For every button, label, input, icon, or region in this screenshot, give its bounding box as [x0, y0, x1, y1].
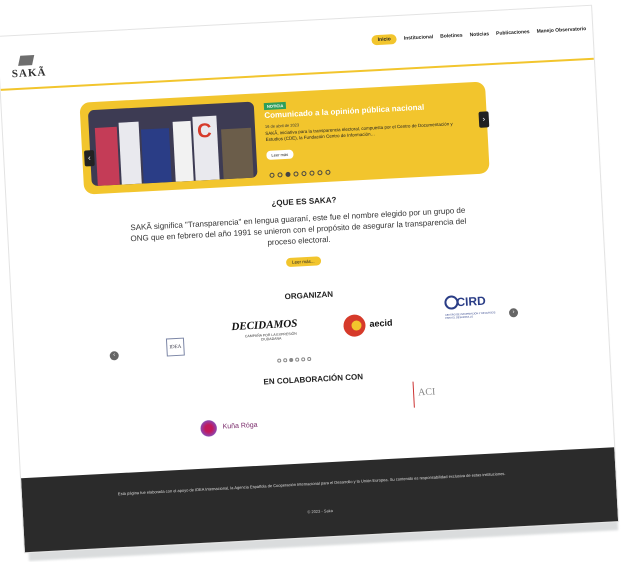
org-dot[interactable] [307, 356, 312, 362]
carousel-indicators [269, 169, 331, 178]
photo-banner [94, 126, 120, 186]
nav-item-publicaciones[interactable]: Publicaciones [496, 29, 530, 37]
main-nav: Inicio Institucional Boletines Noticias … [371, 24, 586, 46]
carousel-dot[interactable] [277, 172, 283, 178]
carousel-dot[interactable] [269, 172, 275, 178]
carousel-dot[interactable] [325, 169, 331, 175]
news-carousel: C NOTICIA Comunicado a la opinión públic… [79, 81, 490, 195]
photo-banner [140, 128, 172, 184]
carousel-dot[interactable] [293, 171, 299, 177]
kuna-roga-text: Kuña Róga [222, 421, 258, 431]
decidamos-logo[interactable]: DECIDAMOS [231, 318, 298, 333]
chevron-left-icon[interactable]: ‹ [83, 150, 95, 167]
news-title[interactable]: Comunicado a la opinión pública nacional [264, 100, 474, 120]
aci-logo[interactable]: ACI [412, 380, 444, 408]
news-badge: NOTICIA [263, 101, 287, 111]
news-date: 16 de abril de 2023 [264, 122, 300, 130]
cird-subtitle: CENTRO DE INFORMACIÓN Y RECURSOS PARA EL… [445, 311, 496, 320]
aecid-c-icon [342, 314, 367, 338]
idea-logo[interactable]: IDEA [165, 337, 185, 357]
site-header: SAKÃ Inicio Institucional Boletines Noti… [0, 5, 594, 91]
chevron-left-icon[interactable]: ‹ [109, 351, 119, 361]
read-more-button[interactable]: Leer más [266, 149, 294, 160]
photo-banner [172, 120, 194, 182]
kuna-roga-flower-icon [198, 417, 220, 439]
org-dot[interactable] [295, 357, 300, 362]
about-read-more-button[interactable]: Leer más... [285, 256, 321, 268]
carousel-dot[interactable] [317, 170, 323, 176]
nav-item-boletines[interactable]: Boletines [440, 33, 463, 40]
ballot-box-icon [18, 55, 35, 66]
screenshot-stage: SAKÃ Inicio Institucional Boletines Noti… [0, 0, 621, 562]
chevron-right-icon[interactable]: › [478, 111, 490, 128]
nav-item-noticias[interactable]: Noticias [469, 31, 489, 38]
footer-copyright: © 2023 - Saka [307, 508, 334, 515]
carousel-dot[interactable] [309, 170, 315, 176]
nav-item-observatorio[interactable]: Manejo Observatorio [536, 26, 586, 35]
colaboracion-heading: EN COLABORACIÓN CON [263, 372, 364, 387]
decidamos-subtitle: CAMPAÑA POR LA EXPRESIÓN CIUDADANA [244, 331, 297, 342]
chevron-right-icon[interactable]: › [508, 308, 519, 318]
footer-text: Esta página fue elaborada con el apoyo d… [117, 470, 506, 497]
organizan-indicators [277, 356, 312, 363]
cird-text: CIRD [456, 293, 487, 310]
org-dot[interactable] [301, 357, 306, 362]
photo-banner [118, 121, 142, 185]
site-footer: Esta página fue elaborada con el apoyo d… [21, 447, 619, 554]
org-dot[interactable] [277, 358, 282, 363]
carousel-dot-active[interactable] [285, 171, 291, 178]
aci-text: ACI [417, 386, 436, 399]
site-logo[interactable]: SAKÃ [9, 54, 51, 86]
photo-people [221, 127, 254, 180]
carousel-dot[interactable] [301, 170, 307, 177]
aecid-c-mark-icon: C [196, 119, 213, 143]
org-dot[interactable] [283, 358, 288, 363]
nav-item-inicio[interactable]: Inicio [371, 34, 398, 46]
aecid-text: aecid [369, 317, 393, 329]
carousel-photo: C [87, 101, 258, 187]
nav-item-institucional[interactable]: Institucional [404, 34, 434, 42]
logo-text: SAKÃ [11, 66, 47, 81]
website-page: SAKÃ Inicio Institucional Boletines Noti… [0, 4, 620, 554]
org-dot-active[interactable] [289, 357, 294, 363]
